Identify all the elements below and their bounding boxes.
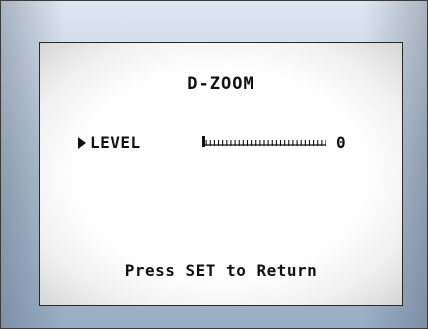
slider-thumb[interactable] [202,136,205,147]
menu-item-level[interactable]: LEVEL 0 [78,133,378,153]
level-value: 0 [336,133,346,152]
level-label: LEVEL [90,133,141,152]
footer-hint: Press SET to Return [124,261,318,280]
monitor-frame: D-ZOOM LEVEL 0 Press SET to Return [0,0,428,329]
osd-screen: D-ZOOM LEVEL 0 Press SET to Return [39,42,403,306]
right-triangle-icon [78,137,86,149]
level-slider[interactable] [202,136,326,148]
menu-title: D-ZOOM [187,74,255,94]
